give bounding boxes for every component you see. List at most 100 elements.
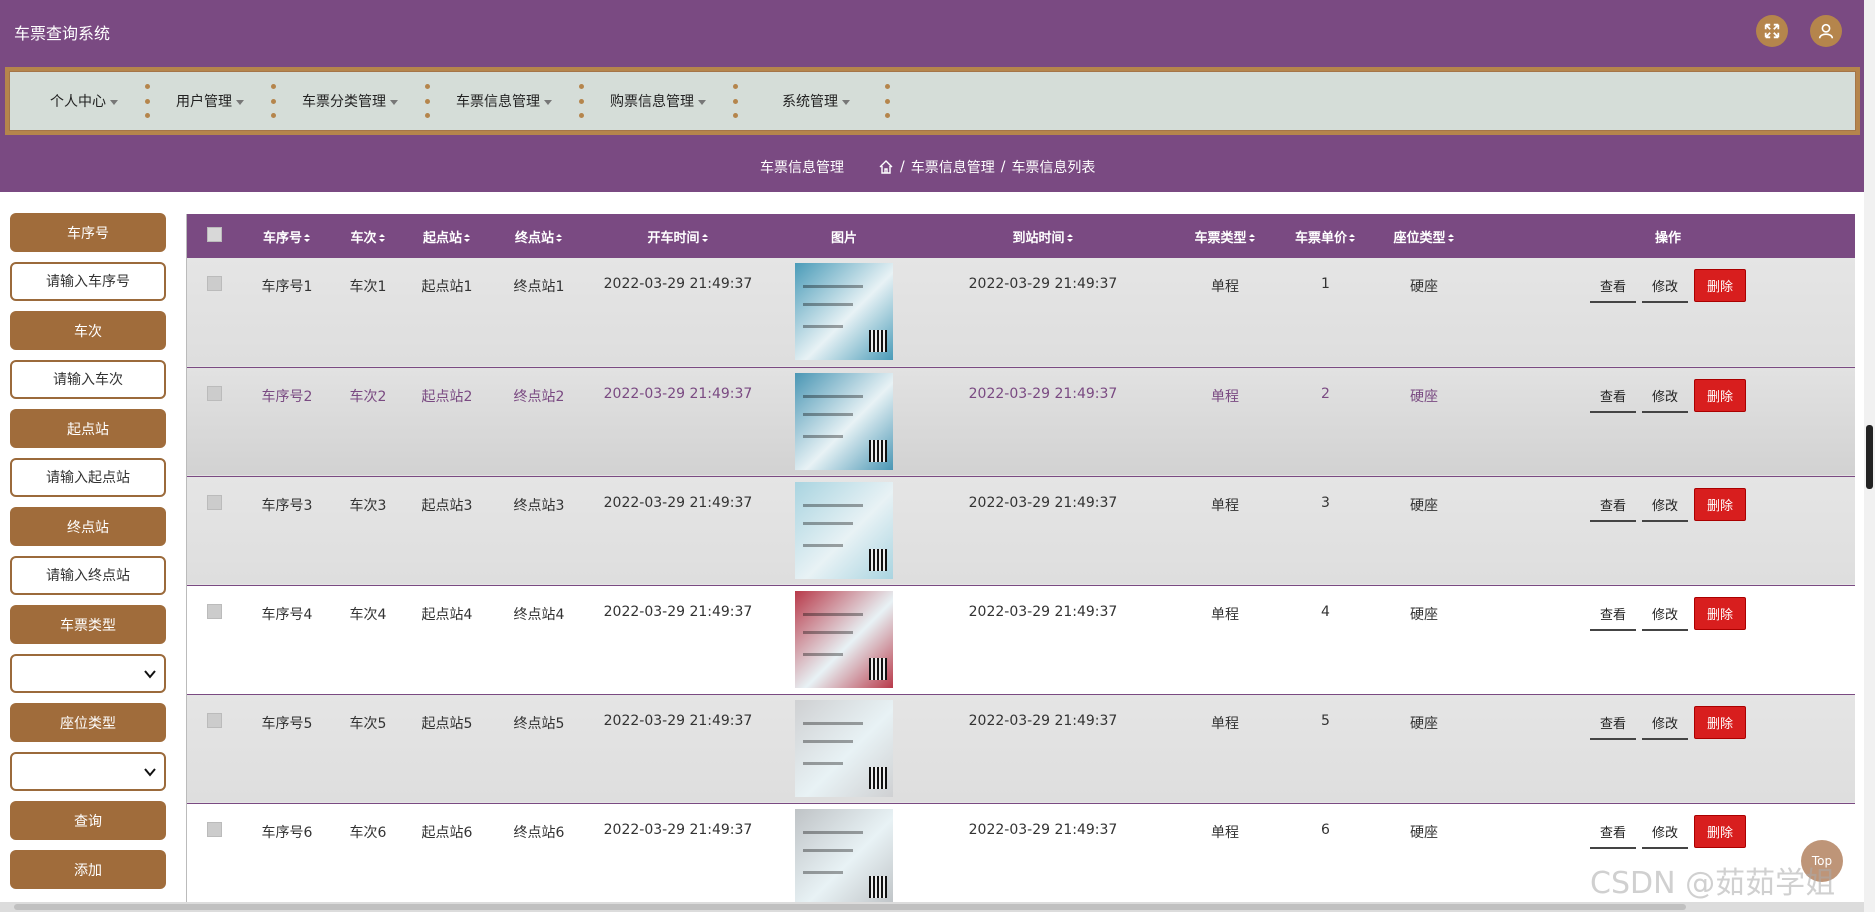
sort-icon [1248, 234, 1255, 242]
delete-button[interactable]: 删除 [1694, 596, 1747, 630]
nav-item-purchase-info[interactable]: 购票信息管理 [596, 72, 720, 130]
end-station-input[interactable] [10, 556, 166, 595]
view-button[interactable]: 查看 [1589, 598, 1636, 631]
row-checkbox[interactable] [206, 712, 222, 728]
home-icon[interactable] [878, 159, 894, 175]
horizontal-scrollbar[interactable] [0, 902, 1864, 912]
cell-ticket-no: 车序号2 [261, 388, 313, 405]
page: 车票查询系统 个人中心 用户管理 车票分类管理 车票信息管理 购票信息管理 系统… [0, 0, 1875, 912]
cell-end-station: 终点站4 [513, 606, 565, 623]
select-all-checkbox[interactable] [206, 226, 222, 242]
cell-train: 车次4 [349, 606, 387, 623]
ticket-image [795, 590, 893, 688]
cell-train: 车次1 [349, 279, 387, 295]
table-header: 车序号 车次 起点站 终点站 开车时间 图片 到站时间 车票类型 车票单价 座位… [187, 214, 1855, 258]
sort-icon [378, 234, 385, 242]
cell-ticket-no: 车序号5 [261, 715, 313, 732]
delete-button[interactable]: 删除 [1694, 378, 1747, 412]
edit-button[interactable]: 修改 [1641, 489, 1688, 522]
view-button[interactable]: 查看 [1589, 707, 1636, 740]
edit-button[interactable]: 修改 [1641, 270, 1688, 303]
add-button[interactable]: 添加 [10, 850, 166, 889]
ticket-image [795, 263, 893, 360]
ticket-type-select[interactable] [10, 654, 166, 693]
sort-icon [464, 234, 470, 242]
chevron-down-icon [144, 768, 156, 777]
delete-button[interactable]: 删除 [1694, 487, 1747, 521]
col-depart-time[interactable]: 开车时间 [587, 214, 769, 258]
cell-actions: 查看 修改 删除 [1480, 694, 1855, 803]
nav-item-ticket-info[interactable]: 车票信息管理 [442, 72, 566, 130]
cell-start-station: 起点站1 [421, 279, 473, 295]
cell-seat-type: 硬座 [1410, 497, 1438, 514]
qr-code-icon [869, 548, 887, 571]
qr-code-icon [869, 657, 887, 680]
cell-arrive-time: 2022-03-29 21:49:37 [968, 712, 1118, 729]
col-train[interactable]: 车次 [333, 214, 403, 258]
col-price[interactable]: 车票单价 [1283, 214, 1368, 258]
fullscreen-button[interactable] [1756, 15, 1788, 47]
ticket-no-input[interactable] [10, 262, 166, 301]
search-button[interactable]: 查询 [10, 801, 166, 840]
seat-type-label: 座位类型 [10, 703, 166, 742]
cell-end-station: 终点站6 [513, 824, 565, 841]
ticket-image [795, 481, 893, 579]
delete-button[interactable]: 删除 [1694, 705, 1747, 739]
sort-icon [701, 234, 708, 242]
start-station-label: 起点站 [10, 409, 166, 448]
row-checkbox[interactable] [206, 603, 222, 619]
edit-button[interactable]: 修改 [1641, 380, 1688, 413]
cell-start-station: 起点站4 [421, 606, 473, 623]
breadcrumb-level2: 车票信息列表 [1011, 160, 1096, 176]
edit-button[interactable]: 修改 [1641, 707, 1688, 740]
col-seat-type[interactable]: 座位类型 [1368, 214, 1480, 258]
cell-seat-type: 硬座 [1410, 824, 1438, 841]
cell-price: 6 [1321, 821, 1330, 838]
train-input[interactable] [10, 360, 166, 399]
cell-seat-type: 硬座 [1410, 715, 1438, 732]
qr-code-icon [869, 875, 887, 898]
nav-item-system-management[interactable]: 系统管理 [750, 72, 864, 130]
ticket-image [795, 699, 893, 797]
edit-button[interactable]: 修改 [1641, 598, 1688, 631]
user-button[interactable] [1810, 15, 1842, 47]
col-start-station[interactable]: 起点站 [403, 214, 491, 258]
nav-item-user-management[interactable]: 用户管理 [162, 72, 258, 130]
cell-end-station: 终点站3 [513, 497, 565, 514]
cell-depart-time: 2022-03-29 21:49:37 [603, 385, 753, 402]
col-end-station[interactable]: 终点站 [491, 214, 587, 258]
nav-item-ticket-category[interactable]: 车票分类管理 [288, 72, 412, 130]
cell-ticket-type: 单程 [1211, 606, 1239, 623]
cell-arrive-time: 2022-03-29 21:49:37 [968, 821, 1118, 838]
view-button[interactable]: 查看 [1589, 270, 1636, 303]
row-checkbox[interactable] [206, 385, 222, 401]
nav-item-personal-center[interactable]: 个人中心 [36, 72, 132, 130]
cell-ticket-type: 单程 [1211, 824, 1239, 841]
cell-actions: 查看 修改 删除 [1480, 367, 1855, 476]
seat-type-select[interactable] [10, 752, 166, 791]
caret-down-icon [236, 99, 244, 105]
cell-depart-time: 2022-03-29 21:49:37 [603, 603, 753, 620]
start-station-input[interactable] [10, 458, 166, 497]
view-button[interactable]: 查看 [1589, 489, 1636, 522]
row-checkbox[interactable] [206, 494, 222, 510]
cell-depart-time: 2022-03-29 21:49:37 [603, 276, 753, 292]
delete-button[interactable]: 删除 [1694, 269, 1747, 302]
row-checkbox[interactable] [206, 821, 222, 837]
cell-seat-type: 硬座 [1410, 388, 1438, 405]
edit-button[interactable]: 修改 [1641, 816, 1688, 849]
sort-icon [556, 234, 562, 242]
col-arrive-time[interactable]: 到站时间 [919, 214, 1167, 258]
vertical-scrollbar[interactable] [1864, 0, 1875, 912]
table-row: 车序号3 车次3 起点站3 终点站3 2022-03-29 21:49:37 2022-0… [187, 476, 1855, 585]
delete-button[interactable]: 删除 [1694, 814, 1747, 848]
cell-ticket-type: 单程 [1211, 388, 1239, 405]
view-button[interactable]: 查看 [1589, 380, 1636, 413]
col-ticket-type[interactable]: 车票类型 [1167, 214, 1283, 258]
breadcrumb-level1[interactable]: 车票信息管理 [911, 157, 995, 177]
view-button[interactable]: 查看 [1589, 816, 1636, 849]
col-ticket-no[interactable]: 车序号 [241, 214, 333, 258]
row-checkbox[interactable] [206, 276, 222, 291]
cell-ticket-no: 车序号4 [261, 606, 313, 623]
cell-actions: 查看 修改 删除 [1480, 476, 1855, 585]
